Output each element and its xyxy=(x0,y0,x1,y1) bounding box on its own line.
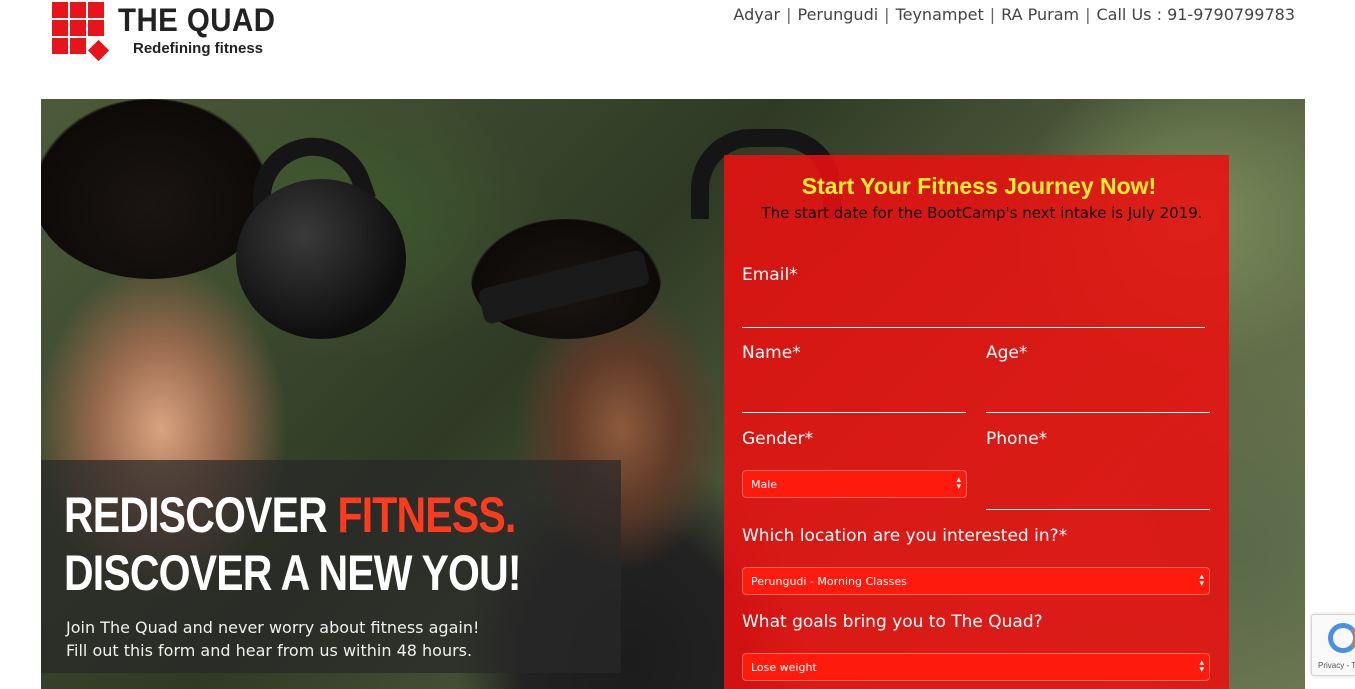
hero-subtext-line2: Fill out this form and hear from us with… xyxy=(66,641,473,660)
goals-select-value: Lose weight xyxy=(751,661,817,674)
hero-subtext: Join The Quad and never worry about fitn… xyxy=(66,616,479,662)
goals-select[interactable]: Lose weight ▴ ▾ xyxy=(742,653,1210,681)
location-select[interactable]: Perungudi - Morning Classes ▴ ▾ xyxy=(742,567,1210,595)
headline-accent: FITNESS. xyxy=(337,487,516,543)
form-title: Start Your Fitness Journey Now! xyxy=(801,173,1157,199)
nav-link-teynampet[interactable]: Teynampet xyxy=(896,5,984,24)
form-subtitle: The start date for the BootCamp's next i… xyxy=(761,204,1203,222)
kettlebell-decor xyxy=(236,179,406,339)
recaptcha-privacy-text[interactable]: Privacy - T xyxy=(1318,661,1355,670)
gender-label: Gender* xyxy=(742,429,814,449)
email-label: Email* xyxy=(742,265,798,285)
logo-title: THE QUAD xyxy=(118,2,276,38)
age-label: Age* xyxy=(986,343,1028,363)
nav-link-adyar[interactable]: Adyar xyxy=(733,5,780,24)
logo-mark-icon xyxy=(52,2,110,62)
name-label: Name* xyxy=(742,343,801,363)
email-field[interactable] xyxy=(742,327,1205,328)
nav-link-perungudi[interactable]: Perungudi xyxy=(797,5,878,24)
nav-link-ra-puram[interactable]: RA Puram xyxy=(1001,5,1079,24)
recaptcha-badge[interactable]: Privacy - T xyxy=(1311,614,1355,676)
site-logo[interactable]: THE QUAD Redefining fitness xyxy=(52,2,312,64)
select-arrows-icon: ▴ ▾ xyxy=(1199,658,1204,675)
top-navigation: Adyar | Perungudi | Teynampet | RA Puram | Call … xyxy=(733,5,1295,24)
name-field[interactable] xyxy=(742,412,966,413)
gender-select-value: Male xyxy=(751,478,778,491)
recaptcha-icon xyxy=(1328,623,1355,653)
age-field[interactable] xyxy=(986,412,1210,413)
headline-line2: DISCOVER A NEW YOU! xyxy=(64,545,522,601)
headline-part1: REDISCOVER xyxy=(64,487,338,543)
location-label: Which location are you interested in?* xyxy=(742,526,1068,546)
hero-text-panel: REDISCOVER FITNESS. DISCOVER A NEW YOU! … xyxy=(41,460,621,673)
goals-label: What goals bring you to The Quad? xyxy=(742,612,1043,632)
signup-form: Start Your Fitness Journey Now! The star… xyxy=(724,155,1229,689)
hero-subtext-line1: Join The Quad and never worry about fitn… xyxy=(66,618,480,637)
hero-banner: REDISCOVER FITNESS. DISCOVER A NEW YOU! … xyxy=(41,99,1305,689)
phone-field[interactable] xyxy=(986,509,1210,510)
location-select-value: Perungudi - Morning Classes xyxy=(751,575,907,588)
hero-headline: REDISCOVER FITNESS. DISCOVER A NEW YOU! xyxy=(64,486,522,602)
call-us-link[interactable]: Call Us : 91-9790799783 xyxy=(1097,5,1296,24)
select-arrows-icon: ▴ ▾ xyxy=(1199,572,1204,589)
phone-label: Phone* xyxy=(986,429,1048,449)
gender-select[interactable]: Male ▴ ▾ xyxy=(742,470,967,498)
logo-tagline: Redefining fitness xyxy=(133,40,264,57)
select-arrows-icon: ▴ ▾ xyxy=(956,475,961,492)
